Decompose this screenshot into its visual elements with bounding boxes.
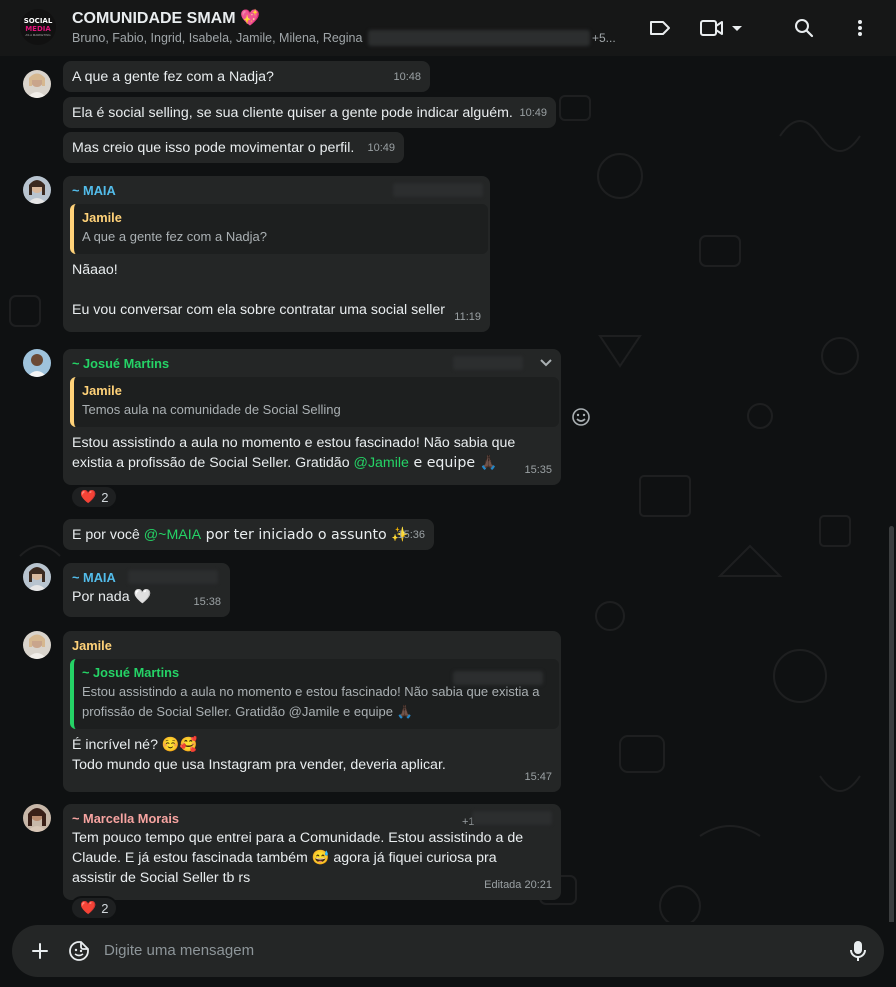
avatar-text-tagline: AS A MARKETING — [25, 33, 51, 37]
message-text-line: É incrível né? ☺️🥰 — [72, 737, 198, 753]
quoted-text: Temos aula na comunidade de Social Selli… — [82, 402, 341, 417]
message-time: 15:47 — [524, 771, 552, 783]
chat-header: SOCIAL MEDIA AS A MARKETING COMUNIDADE S… — [0, 0, 896, 56]
message-time: 15:36 — [397, 529, 425, 541]
message-bubble[interactable]: ~ MAIA Jamile A que a gente fez com a Na… — [63, 176, 490, 332]
menu-kebab-icon[interactable] — [846, 14, 874, 42]
message-list[interactable]: A que a gente fez com a Nadja? 10:48 Ela… — [0, 56, 896, 922]
mention[interactable]: @~MAIA — [144, 527, 201, 543]
message-text-line: Todo mundo que usa Instagram pra vender,… — [72, 757, 446, 773]
microphone-icon[interactable] — [845, 938, 871, 964]
avatar[interactable] — [23, 349, 51, 377]
quoted-text: Estou assistindo a aula no momento e est… — [82, 684, 540, 699]
message-bubble[interactable]: ~ MAIA Por nada 🤍 15:38 — [63, 563, 230, 617]
message-text-line: Tem pouco tempo que entrei para a Comuni… — [72, 830, 524, 846]
group-participants[interactable]: Bruno, Fabio, Ingrid, Isabela, Jamile, M… — [72, 31, 362, 45]
message-text-line: existia a profissão de Social Seller. Gr… — [72, 455, 498, 471]
quoted-message[interactable]: Jamile A que a gente fez com a Nadja? — [70, 204, 488, 254]
message-text-line: Estou assistindo a aula no momento e est… — [72, 435, 516, 451]
message-bubble[interactable]: Mas creio que isso pode movimentar o per… — [63, 132, 404, 163]
heart-icon: ❤️ — [80, 900, 97, 916]
group-avatar[interactable]: SOCIAL MEDIA AS A MARKETING — [20, 9, 56, 45]
message-text-line: Claude. E já estou fascinada também 😅 ag… — [72, 850, 497, 866]
message-text: Mas creio que isso pode movimentar o per… — [72, 140, 355, 156]
video-call-dropdown[interactable] — [698, 14, 744, 42]
message-bubble[interactable]: Ela é social selling, se sua cliente qui… — [63, 97, 556, 128]
message-time: 10:49 — [367, 142, 395, 154]
quoted-message[interactable]: ~ Josué Martins Estou assistindo a aula … — [70, 659, 559, 729]
reaction-badge[interactable]: ❤️ 2 — [70, 896, 119, 920]
quoted-sender: Jamile — [82, 210, 122, 225]
redacted-participants — [368, 30, 590, 46]
message-time: 11:19 — [454, 311, 481, 323]
message-input[interactable]: Digite uma mensagem — [104, 942, 254, 959]
reaction-count: 2 — [101, 489, 109, 505]
message-bubble[interactable]: ~ Marcella Morais +1 Tem pouco tempo que… — [63, 804, 561, 900]
message-text-line: assistir de Social Seller tb rs — [72, 870, 251, 886]
message-time: Editada 20:21 — [484, 879, 552, 891]
search-icon[interactable] — [790, 14, 818, 42]
group-title[interactable]: COMUNIDADE SMAM 💖 — [72, 8, 260, 28]
message-time: 10:49 — [519, 107, 547, 119]
quoted-sender: Jamile — [82, 383, 122, 398]
mention[interactable]: @Jamile — [354, 455, 409, 471]
message-text: A que a gente fez com a Nadja? — [72, 69, 274, 85]
redacted-phone — [128, 570, 218, 584]
redacted-phone — [453, 356, 523, 370]
composer-area: Digite uma mensagem — [0, 922, 896, 987]
quoted-message[interactable]: Jamile Temos aula na comunidade de Socia… — [70, 377, 559, 427]
avatar[interactable] — [23, 804, 51, 832]
message-time: 10:48 — [393, 71, 421, 83]
quoted-text: profissão de Social Seller. Gratidão @Ja… — [82, 704, 413, 719]
message-bubble[interactable]: ~ Josué Martins Jamile Temos aula na com… — [63, 349, 561, 485]
participants-more: +5... — [592, 31, 616, 45]
quoted-text: A que a gente fez com a Nadja? — [82, 229, 268, 244]
heart-icon: ❤️ — [80, 489, 97, 505]
plus-icon[interactable] — [27, 938, 53, 964]
reaction-count: 2 — [101, 900, 109, 916]
redacted-phone — [453, 671, 543, 685]
message-composer[interactable]: Digite uma mensagem — [12, 925, 884, 977]
scrollbar[interactable] — [889, 526, 894, 922]
sticker-emoji-icon[interactable] — [66, 938, 92, 964]
avatar[interactable] — [23, 563, 51, 591]
message-text-line: Eu vou conversar com ela sobre contratar… — [72, 302, 445, 318]
avatar-text-media: MEDIA — [25, 25, 51, 33]
chevron-down-icon[interactable] — [539, 355, 553, 375]
message-text: Ela é social selling, se sua cliente qui… — [72, 105, 513, 121]
redacted-phone — [393, 183, 483, 197]
avatar-text-social: SOCIAL — [23, 17, 53, 25]
message-text-line: Nãaao! — [72, 262, 118, 278]
avatar[interactable] — [23, 70, 51, 98]
message-time: 15:35 — [524, 464, 552, 476]
sender-name: Jamile — [72, 638, 112, 653]
video-camera-icon — [700, 20, 742, 36]
avatar[interactable] — [23, 176, 51, 204]
label-icon[interactable] — [646, 14, 674, 42]
emoji-reaction-picker-icon[interactable] — [571, 407, 591, 432]
redacted-phone — [472, 811, 552, 825]
message-bubble[interactable]: A que a gente fez com a Nadja? 10:48 — [63, 61, 430, 92]
message-bubble[interactable]: Jamile ~ Josué Martins Estou assistindo … — [63, 631, 561, 792]
avatar[interactable] — [23, 631, 51, 659]
message-bubble[interactable]: E por você @~MAIA por ter iniciado o ass… — [63, 519, 434, 550]
reaction-badge[interactable]: ❤️ 2 — [70, 485, 119, 509]
message-time: 15:38 — [193, 596, 221, 608]
